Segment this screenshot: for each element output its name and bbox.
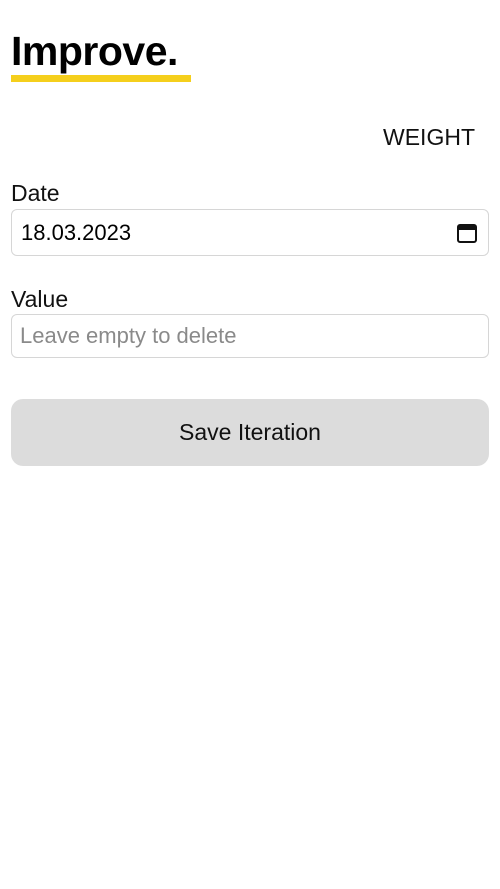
calendar-icon[interactable] [456, 222, 478, 244]
category-title: WEIGHT [383, 124, 475, 150]
page: Improve. WEIGHT Date 18.03.2023 Value Sa… [0, 0, 500, 889]
app-logo[interactable]: Improve. [11, 27, 178, 75]
date-label: Date [11, 180, 60, 206]
value-label: Value [11, 286, 69, 312]
save-iteration-button[interactable]: Save Iteration [11, 399, 489, 466]
date-value[interactable]: 18.03.2023 [21, 220, 131, 246]
value-input[interactable] [20, 323, 480, 349]
date-field[interactable]: 18.03.2023 [11, 209, 489, 256]
value-field[interactable] [11, 314, 489, 358]
logo-underline [11, 75, 191, 82]
